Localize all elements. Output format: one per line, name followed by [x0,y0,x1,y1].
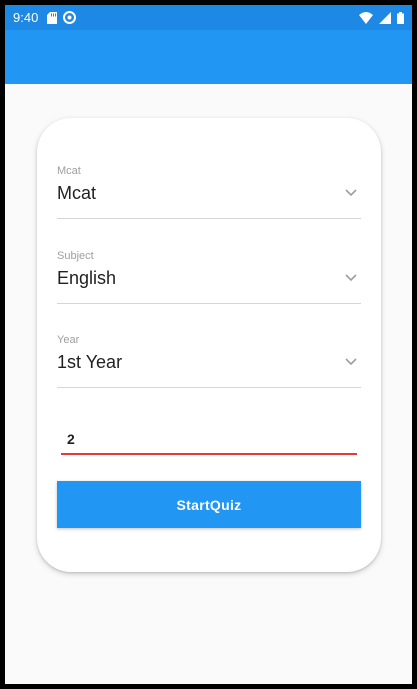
subject-dropdown-value: English [57,268,117,288]
mcat-dropdown[interactable]: Mcat Mcat [57,165,361,219]
battery-icon [397,11,404,24]
year-dropdown-value: 1st Year [57,352,123,372]
year-dropdown[interactable]: Year 1st Year [57,334,361,388]
wifi-icon [359,11,373,24]
mcat-dropdown-label: Mcat [57,165,81,177]
question-count-input[interactable]: 2 [61,423,357,455]
year-dropdown-label: Year [57,334,80,346]
subject-dropdown[interactable]: Subject English [57,250,361,304]
sync-icon [63,11,76,24]
chevron-down-icon [345,358,357,366]
quiz-setup-card: Mcat Mcat Subject English Year 1st Year … [37,118,381,572]
mcat-dropdown-value: Mcat [57,183,97,203]
signal-icon [379,11,391,24]
chevron-down-icon [345,274,357,282]
start-quiz-button[interactable]: StartQuiz [57,481,361,528]
sd-card-icon [47,11,57,24]
app-bar [5,30,412,84]
question-count-value: 2 [67,431,75,447]
chevron-down-icon [345,189,357,197]
status-time: 9:40 [13,10,39,25]
subject-dropdown-label: Subject [57,250,94,262]
device-screen: 9:40 Mcat Mcat Subject English Year 1st … [5,5,412,684]
status-bar: 9:40 [5,5,412,30]
